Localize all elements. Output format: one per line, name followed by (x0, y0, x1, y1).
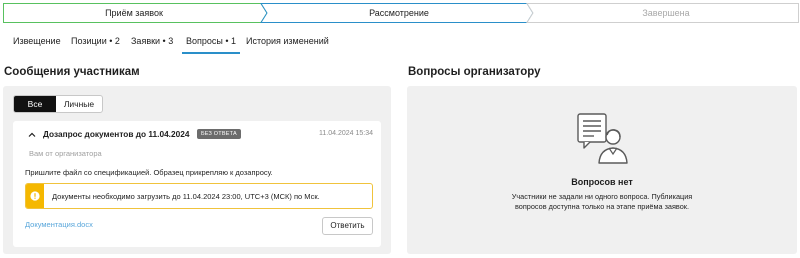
warning-icon (30, 191, 40, 201)
warning-text: Документы необходимо загрузить до 11.04.… (52, 192, 320, 201)
messages-section-title: Сообщения участникам (4, 66, 140, 78)
tab-change-history[interactable]: История изменений (246, 32, 329, 54)
empty-state-title: Вопросов нет (571, 177, 633, 187)
step-label-finished: Завершена (642, 8, 690, 18)
message-body: Пришлите файл со спецификацией. Образец … (25, 168, 273, 177)
empty-state-text-line-1: Участники не задали ни одного вопроса. П… (511, 192, 693, 201)
messages-panel: Все Личные Дозапрос документов до 11.04.… (3, 86, 391, 254)
tab-bar: Извещение Позиции • 2 Заявки • 3 Вопросы… (0, 32, 800, 54)
filter-all-button[interactable]: Все (14, 96, 56, 112)
warning-stripe (26, 184, 44, 208)
status-badge: БЕЗ ОТВЕТА (197, 129, 241, 139)
no-questions-illustration-icon (577, 113, 628, 164)
tab-applications[interactable]: Заявки • 3 (131, 32, 173, 54)
chevron-up-icon[interactable] (27, 130, 37, 140)
reply-button[interactable]: Ответить (322, 217, 373, 235)
tab-questions[interactable]: Вопросы • 1 (181, 32, 241, 54)
message-title: Дозапрос документов до 11.04.2024 (43, 129, 190, 139)
message-header[interactable]: Дозапрос документов до 11.04.2024 БЕЗ ОТ… (27, 129, 373, 141)
step-label-receiving: Приём заявок (105, 8, 163, 18)
message-date: 11.04.2024 15:34 (319, 130, 373, 137)
message-card: Дозапрос документов до 11.04.2024 БЕЗ ОТ… (13, 121, 381, 247)
deadline-warning: Документы необходимо загрузить до 11.04.… (25, 183, 373, 209)
step-label-review: Рассмотрение (369, 8, 429, 18)
attachment-link[interactable]: Документация.docx (25, 220, 93, 229)
filter-personal-button[interactable]: Личные (56, 96, 102, 112)
tab-positions[interactable]: Позиции • 2 (71, 32, 120, 54)
questions-section-title: Вопросы организатору (408, 66, 541, 78)
questions-panel: Вопросов нет Участники не задали ни одно… (407, 86, 797, 254)
message-sender: Вам от организатора (29, 149, 102, 158)
progress-stepper: Приём заявок Рассмотрение Завершена (3, 3, 799, 23)
empty-state-text: Участники не задали ни одного вопроса. П… (407, 192, 797, 212)
empty-state-text-line-2: вопросов доступна только на этапе приёма… (515, 202, 689, 211)
tab-notice[interactable]: Извещение (13, 32, 61, 54)
message-filter: Все Личные (13, 95, 103, 113)
